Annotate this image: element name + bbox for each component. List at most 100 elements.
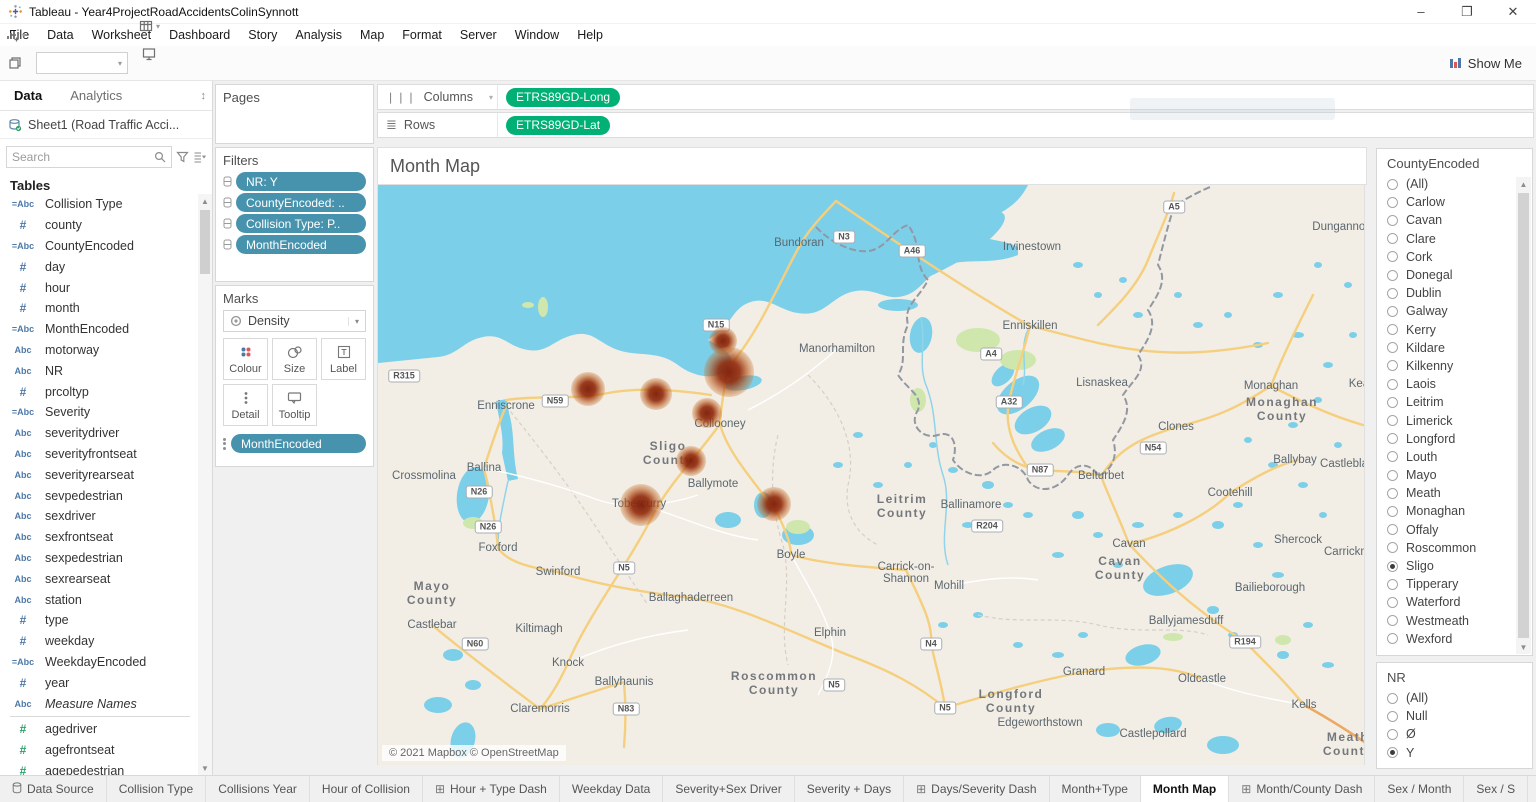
sheet-tab-weekday-data[interactable]: Weekday Data	[560, 776, 664, 802]
mark-type-dropdown[interactable]: Density ▾	[223, 310, 366, 332]
show-me-button[interactable]: Show Me	[1449, 56, 1522, 71]
sheet-tab-sex-s[interactable]: Sex / S	[1464, 776, 1528, 802]
radio-icon[interactable]	[1387, 711, 1398, 722]
radio-icon[interactable]	[1387, 197, 1398, 208]
radio-option-offaly[interactable]: Offaly	[1377, 521, 1516, 539]
radio-icon[interactable]	[1387, 488, 1398, 499]
scroll-up-icon[interactable]: ▲	[198, 194, 212, 208]
menu-window[interactable]: Window	[506, 25, 568, 45]
radio-icon[interactable]	[1387, 451, 1398, 462]
field-county[interactable]: #county	[0, 215, 198, 236]
radio-option-mayo[interactable]: Mayo	[1377, 466, 1516, 484]
radio-icon[interactable]	[1387, 379, 1398, 390]
field-day[interactable]: #day	[0, 256, 198, 277]
show-mark-labels-button[interactable]: ▾	[135, 12, 163, 40]
scroll-down-icon[interactable]: ▼	[1516, 640, 1531, 654]
radio-icon[interactable]	[1387, 615, 1398, 626]
field-agedriver[interactable]: #agedriver	[0, 719, 198, 740]
radio-option-null[interactable]: Null	[1377, 707, 1532, 725]
radio-icon[interactable]	[1387, 233, 1398, 244]
filter-pill-collision-type[interactable]: Collision Type: P..	[236, 214, 366, 233]
new-worksheet-button[interactable]	[1532, 778, 1536, 800]
sheet-tab-sex-month[interactable]: Sex / Month	[1375, 776, 1464, 802]
filter-pill-nr[interactable]: NR: Y	[236, 172, 366, 191]
marks-detail-button[interactable]: Detail	[223, 384, 268, 426]
density-mark[interactable]	[640, 378, 672, 410]
search-input[interactable]: Search	[6, 146, 172, 168]
radio-icon[interactable]	[1387, 729, 1398, 740]
radio-icon[interactable]	[1387, 415, 1398, 426]
density-mark[interactable]	[692, 398, 722, 428]
sheet-tab-month-map[interactable]: Month Map	[1141, 776, 1229, 802]
radio-option-leitrim[interactable]: Leitrim	[1377, 393, 1516, 411]
radio-icon[interactable]	[1387, 470, 1398, 481]
field-motorway[interactable]: Abcmotorway	[0, 340, 198, 361]
field-severityfrontseat[interactable]: Abcseverityfrontseat	[0, 444, 198, 465]
radio-option-clare[interactable]: Clare	[1377, 230, 1516, 248]
radio-option-laois[interactable]: Laois	[1377, 375, 1516, 393]
marks-card[interactable]: Marks Density ▾ ColourSizeLabelDetailToo…	[215, 285, 374, 467]
field-severityrearseat[interactable]: Abcseverityrearseat	[0, 464, 198, 485]
sheet-tab-hour-of-collision[interactable]: Hour of Collision	[310, 776, 423, 802]
radio-option-kildare[interactable]: Kildare	[1377, 339, 1516, 357]
radio-option-kerry[interactable]: Kerry	[1377, 321, 1516, 339]
run-update-button[interactable]: ▾	[1, 0, 29, 3]
marks-pill-monthencoded[interactable]: MonthEncoded	[231, 434, 366, 453]
radio-icon[interactable]	[1387, 747, 1398, 758]
radio-option-cork[interactable]: Cork	[1377, 248, 1516, 266]
radio-icon[interactable]	[1387, 215, 1398, 226]
density-mark[interactable]	[757, 487, 791, 521]
sheet-tab-collision-type[interactable]: Collision Type	[107, 776, 206, 802]
scroll-up-icon[interactable]: ▲	[1516, 177, 1531, 191]
radio-option-dublin[interactable]: Dublin	[1377, 284, 1516, 302]
field-sexdriver[interactable]: Abcsexdriver	[0, 506, 198, 527]
field-sexrearseat[interactable]: Abcsexrearseat	[0, 568, 198, 589]
county-scrollbar[interactable]: ▲ ▼	[1516, 177, 1531, 654]
radio-icon[interactable]	[1387, 397, 1398, 408]
sheet-tab-hour-type-dash[interactable]: ⊞Hour + Type Dash	[423, 776, 560, 802]
menu-help[interactable]: Help	[568, 25, 612, 45]
field-sexpedestrian[interactable]: Abcsexpedestrian	[0, 548, 198, 569]
radio-icon[interactable]	[1387, 579, 1398, 590]
sheet-tab-data-source[interactable]: Data Source	[0, 776, 107, 802]
field-agepedestrian[interactable]: #agepedestrian	[0, 761, 198, 775]
scroll-down-icon[interactable]: ▼	[198, 761, 212, 775]
tab-data[interactable]: Data	[0, 82, 56, 109]
menu-map[interactable]: Map	[351, 25, 393, 45]
rows-shelf[interactable]: ≣ Rows ETRS89GD-Lat	[377, 112, 1534, 138]
filters-shelf[interactable]: Filters NR: YCountyEncoded: ..Collision …	[215, 147, 374, 282]
radio-option--[interactable]: Ø	[1377, 725, 1532, 743]
sheet-tab-collisions-year[interactable]: Collisions Year	[206, 776, 310, 802]
new-worksheet-button[interactable]: ▾	[1, 21, 29, 49]
rows-pill-lat[interactable]: ETRS89GD-Lat	[506, 116, 610, 135]
field-monthencoded[interactable]: =AbcMonthEncoded	[0, 319, 198, 340]
density-mark[interactable]	[571, 372, 605, 406]
field-type[interactable]: #type	[0, 610, 198, 631]
field-prcoltyp[interactable]: #prcoltyp	[0, 381, 198, 402]
radio-icon[interactable]	[1387, 270, 1398, 281]
radio-option-sligo[interactable]: Sligo	[1377, 557, 1516, 575]
field-nr[interactable]: AbcNR	[0, 360, 198, 381]
field-severity[interactable]: =AbcSeverity	[0, 402, 198, 423]
radio-option--all-[interactable]: (All)	[1377, 689, 1532, 707]
field-hour[interactable]: #hour	[0, 277, 198, 298]
radio-option-limerick[interactable]: Limerick	[1377, 411, 1516, 429]
fit-dropdown[interactable]: ▾	[36, 52, 128, 74]
radio-icon[interactable]	[1387, 360, 1398, 371]
field-station[interactable]: Abcstation	[0, 589, 198, 610]
radio-icon[interactable]	[1387, 633, 1398, 644]
radio-icon[interactable]	[1387, 306, 1398, 317]
filter-pill-countyencoded[interactable]: CountyEncoded: ..	[236, 193, 366, 212]
radio-icon[interactable]	[1387, 561, 1398, 572]
menu-data[interactable]: Data	[38, 25, 82, 45]
radio-option-longford[interactable]: Longford	[1377, 430, 1516, 448]
marks-size-button[interactable]: Size	[272, 338, 317, 380]
columns-pill-long[interactable]: ETRS89GD-Long	[506, 88, 620, 107]
columns-shelf[interactable]: ❘❘❘ Columns ▾ ETRS89GD-Long	[377, 84, 1534, 110]
field-sevpedestrian[interactable]: Abcsevpedestrian	[0, 485, 198, 506]
restore-button[interactable]: ❐	[1444, 0, 1490, 23]
marks-colour-button[interactable]: Colour	[223, 338, 268, 380]
sheet-tab-severity-days[interactable]: Severity + Days	[795, 776, 904, 802]
radio-icon[interactable]	[1387, 288, 1398, 299]
density-mark[interactable]	[704, 347, 754, 397]
